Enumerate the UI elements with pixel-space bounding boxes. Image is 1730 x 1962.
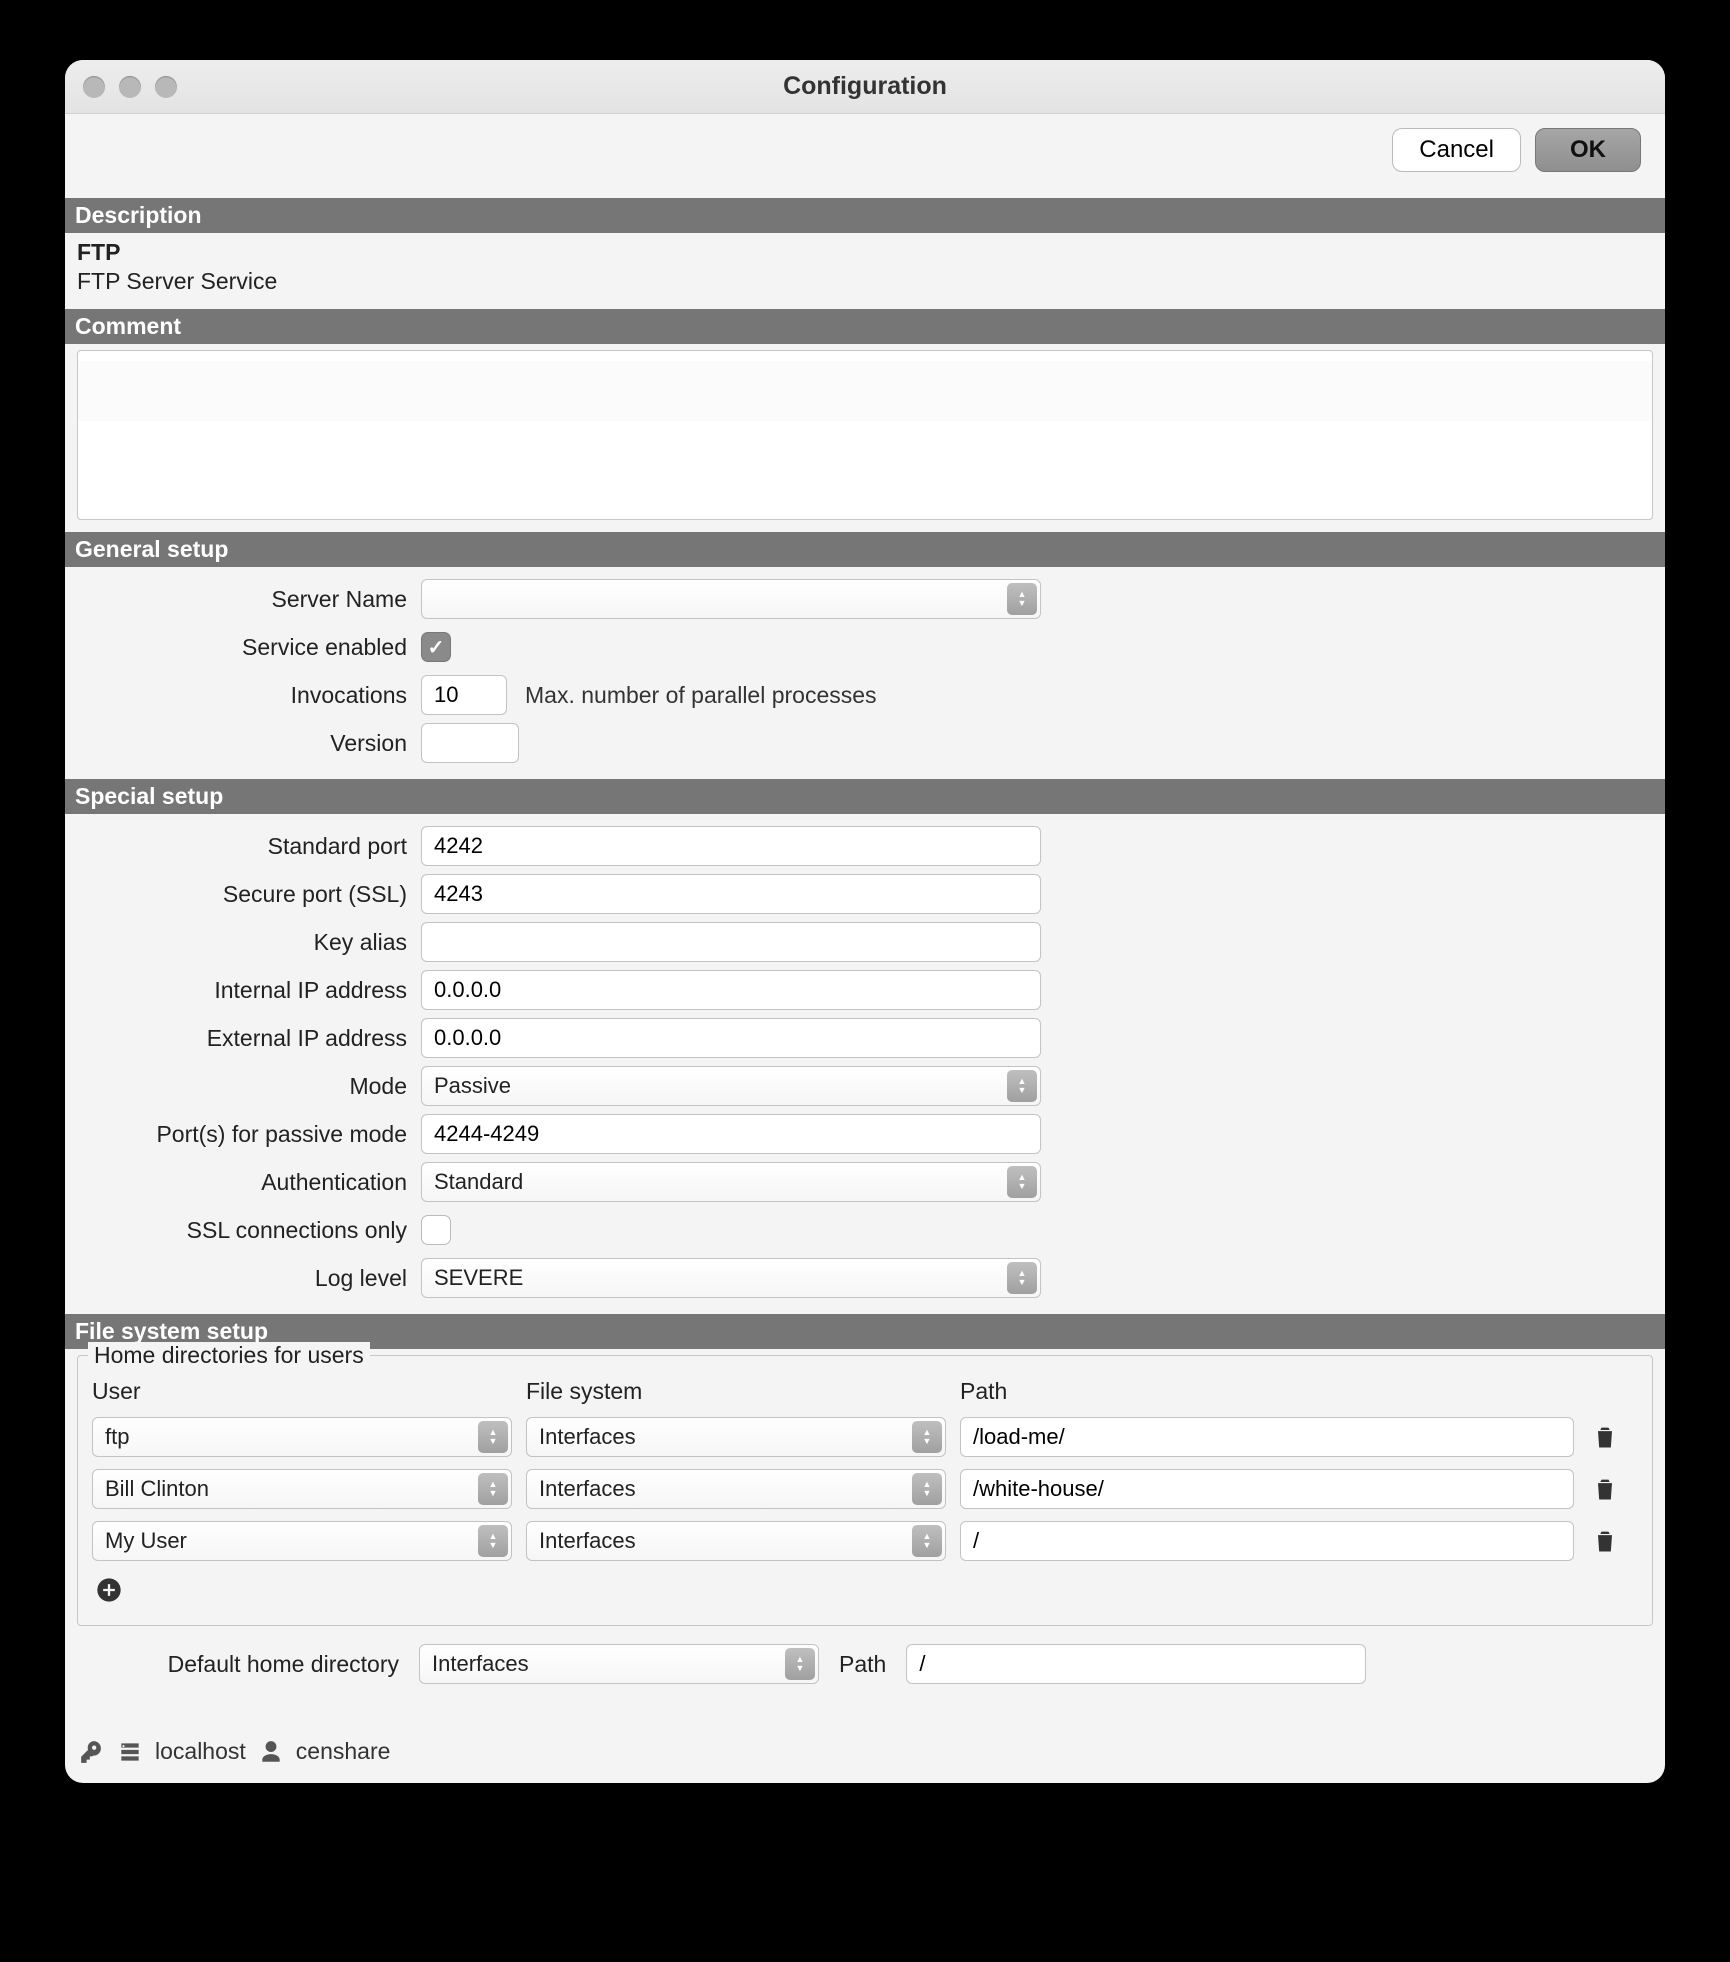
fs-select[interactable]: Interfaces	[526, 1521, 946, 1561]
default-path-input[interactable]	[906, 1644, 1366, 1684]
section-comment: Comment	[65, 309, 1665, 344]
mode-select[interactable]: Passive	[421, 1066, 1041, 1106]
zoom-dot-icon[interactable]	[155, 76, 177, 98]
description-title: FTP	[77, 239, 1653, 266]
delete-row-button[interactable]	[1588, 1524, 1622, 1558]
stepper-icon	[912, 1473, 942, 1505]
standard-port-label: Standard port	[77, 833, 407, 860]
default-path-label: Path	[839, 1651, 886, 1678]
log-level-label: Log level	[77, 1265, 407, 1292]
stepper-icon	[912, 1421, 942, 1453]
table-row: My User Interfaces	[92, 1515, 1638, 1567]
service-enabled-checkbox[interactable]	[421, 632, 451, 662]
close-dot-icon[interactable]	[83, 76, 105, 98]
col-user: User	[92, 1378, 512, 1405]
status-bar: localhost censhare	[65, 1714, 1665, 1783]
passive-ports-label: Port(s) for passive mode	[77, 1121, 407, 1148]
table-row: Bill Clinton Interfaces	[92, 1463, 1638, 1515]
default-fs-select[interactable]: Interfaces	[419, 1644, 819, 1684]
user-icon	[258, 1739, 284, 1765]
stepper-icon	[1007, 1262, 1037, 1294]
internal-ip-input[interactable]	[421, 970, 1041, 1010]
window-title: Configuration	[783, 72, 947, 101]
trash-icon	[1591, 1475, 1619, 1503]
key-icon	[79, 1739, 105, 1765]
home-dirs-legend: Home directories for users	[88, 1342, 370, 1369]
user-select[interactable]: Bill Clinton	[92, 1469, 512, 1509]
host-label: localhost	[155, 1738, 246, 1765]
special-form: Standard port Secure port (SSL) Key alia…	[65, 814, 1665, 1314]
server-name-select[interactable]	[421, 579, 1041, 619]
ssl-only-checkbox[interactable]	[421, 1215, 451, 1245]
server-name-label: Server Name	[77, 586, 407, 613]
toolbar: Cancel OK	[65, 114, 1665, 198]
table-row: ftp Interfaces	[92, 1411, 1638, 1463]
fs-select[interactable]: Interfaces	[526, 1417, 946, 1457]
plus-circle-icon	[95, 1576, 123, 1604]
home-dirs-fieldset: Home directories for users User File sys…	[77, 1355, 1653, 1626]
fs-select[interactable]: Interfaces	[526, 1469, 946, 1509]
path-input[interactable]	[960, 1417, 1574, 1457]
col-path: Path	[960, 1378, 1574, 1405]
internal-ip-label: Internal IP address	[77, 977, 407, 1004]
stepper-icon	[1007, 1070, 1037, 1102]
description-subtitle: FTP Server Service	[77, 268, 1653, 295]
stepper-icon	[478, 1473, 508, 1505]
invocations-hint: Max. number of parallel processes	[525, 682, 877, 709]
key-alias-label: Key alias	[77, 929, 407, 956]
log-level-select[interactable]: SEVERE	[421, 1258, 1041, 1298]
col-fs: File system	[526, 1378, 946, 1405]
standard-port-input[interactable]	[421, 826, 1041, 866]
stepper-icon	[912, 1525, 942, 1557]
external-ip-label: External IP address	[77, 1025, 407, 1052]
window-controls	[83, 76, 177, 98]
user-select[interactable]: ftp	[92, 1417, 512, 1457]
service-enabled-label: Service enabled	[77, 634, 407, 661]
auth-label: Authentication	[77, 1169, 407, 1196]
key-alias-input[interactable]	[421, 922, 1041, 962]
ok-button[interactable]: OK	[1535, 128, 1641, 172]
secure-port-input[interactable]	[421, 874, 1041, 914]
passive-ports-input[interactable]	[421, 1114, 1041, 1154]
titlebar: Configuration	[65, 60, 1665, 114]
section-general: General setup	[65, 532, 1665, 567]
external-ip-input[interactable]	[421, 1018, 1041, 1058]
secure-port-label: Secure port (SSL)	[77, 881, 407, 908]
auth-select[interactable]: Standard	[421, 1162, 1041, 1202]
description-block: FTP FTP Server Service	[65, 233, 1665, 309]
user-label: censhare	[296, 1738, 391, 1765]
ssl-only-label: SSL connections only	[77, 1217, 407, 1244]
trash-icon	[1591, 1527, 1619, 1555]
path-input[interactable]	[960, 1521, 1574, 1561]
stepper-icon	[1007, 583, 1037, 615]
stepper-icon	[1007, 1166, 1037, 1198]
invocations-input[interactable]	[421, 675, 507, 715]
version-label: Version	[77, 730, 407, 757]
comment-textarea[interactable]	[77, 350, 1653, 520]
stepper-icon	[478, 1421, 508, 1453]
config-window: Configuration Cancel OK Description FTP …	[65, 60, 1665, 1783]
delete-row-button[interactable]	[1588, 1472, 1622, 1506]
default-home-label: Default home directory	[89, 1651, 399, 1678]
cancel-button[interactable]: Cancel	[1392, 128, 1521, 172]
section-special: Special setup	[65, 779, 1665, 814]
filesystem-section: Home directories for users User File sys…	[65, 1349, 1665, 1714]
invocations-label: Invocations	[77, 682, 407, 709]
trash-icon	[1591, 1423, 1619, 1451]
add-row-button[interactable]	[92, 1573, 126, 1607]
default-home-row: Default home directory Interfaces Path	[77, 1626, 1653, 1694]
user-select[interactable]: My User	[92, 1521, 512, 1561]
section-description: Description	[65, 198, 1665, 233]
version-input[interactable]	[421, 723, 519, 763]
minimize-dot-icon[interactable]	[119, 76, 141, 98]
stepper-icon	[478, 1525, 508, 1557]
delete-row-button[interactable]	[1588, 1420, 1622, 1454]
server-icon	[117, 1739, 143, 1765]
general-form: Server Name Service enabled Invocations …	[65, 567, 1665, 779]
stepper-icon	[785, 1648, 815, 1680]
mode-label: Mode	[77, 1073, 407, 1100]
path-input[interactable]	[960, 1469, 1574, 1509]
